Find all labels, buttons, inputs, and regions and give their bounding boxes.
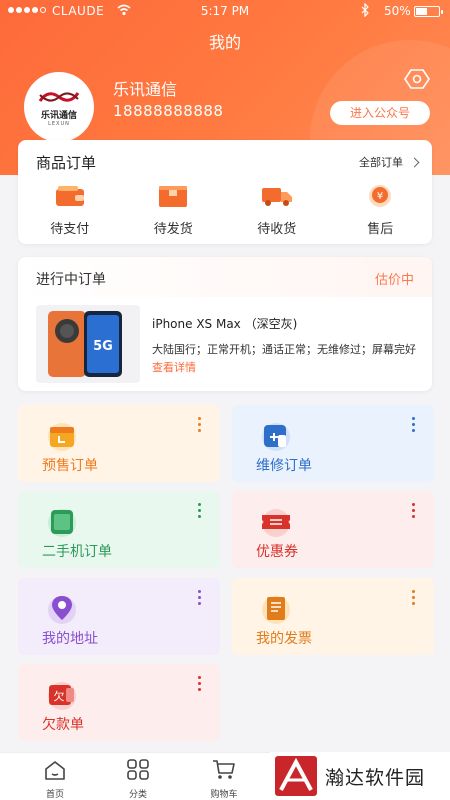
tile-presale-orders[interactable]: 预售订单 [18, 405, 220, 482]
watermark: 瀚达软件园 [270, 752, 450, 800]
more-dots-icon[interactable] [198, 503, 202, 518]
chevron-right-icon [409, 157, 420, 167]
bluetooth-icon [361, 3, 369, 17]
nav-cart[interactable]: 购物车 [194, 759, 254, 800]
calendar-icon [48, 423, 76, 451]
ongoing-title: 进行中订单 [36, 272, 106, 288]
order-pending-payment[interactable]: 待支付 [18, 184, 122, 237]
invoice-icon [262, 596, 290, 624]
view-details-link[interactable]: 查看详情 [152, 359, 196, 375]
tile-label: 预售订单 [42, 458, 98, 474]
tile-label: 欠款单 [42, 717, 84, 733]
order-after-sale[interactable]: ¥ 售后 [329, 184, 433, 237]
battery-icon [414, 6, 443, 17]
phone-icon [48, 509, 76, 537]
more-dots-icon[interactable] [198, 676, 202, 691]
logo-en-text: LEXUN [48, 121, 70, 127]
nav-home[interactable]: 首页 [25, 759, 85, 800]
nav-label: 首页 [45, 790, 64, 800]
official-account-button[interactable]: 进入公众号 [330, 101, 430, 125]
product-image: 5G [36, 305, 140, 383]
product-description: 大陆国行；正常开机；通话正常；无维修过；屏幕完好 [152, 343, 416, 356]
user-name: 乐讯通信 [113, 80, 178, 99]
nav-label: 分类 [128, 790, 147, 800]
svg-text:欠: 欠 [54, 689, 65, 703]
order-item-label: 待收货 [257, 222, 297, 237]
tile-my-invoices[interactable]: 我的发票 [232, 578, 434, 655]
debt-icon: 欠 [48, 682, 76, 710]
tile-label: 我的地址 [42, 631, 98, 647]
tile-label: 维修订单 [256, 458, 312, 474]
more-dots-icon[interactable] [198, 590, 202, 605]
order-pending-receipt[interactable]: 待收货 [225, 184, 329, 237]
svg-text:¥: ¥ [377, 191, 383, 202]
tile-label: 优惠券 [256, 544, 298, 560]
product-name: iPhone XS Max （深空灰) [152, 317, 298, 331]
order-item-label: 售后 [367, 222, 394, 237]
tile-coupons[interactable]: 优惠券 [232, 491, 434, 568]
watermark-text: 瀚达软件园 [325, 766, 426, 789]
page-title: 我的 [208, 33, 241, 52]
all-orders-label: 全部订单 [359, 156, 403, 169]
user-phone: 18888888888 [113, 102, 224, 120]
category-icon [127, 759, 149, 780]
location-icon [48, 596, 76, 624]
tile-my-address[interactable]: 我的地址 [18, 578, 220, 655]
status-time: 5:17 PM [200, 4, 250, 18]
settings-icon[interactable] [404, 68, 430, 90]
watermark-logo-icon [275, 756, 317, 796]
avatar[interactable]: 乐讯通信 LEXUN [24, 72, 94, 142]
order-status-badge: 估价中 [374, 273, 414, 288]
truck-icon [261, 188, 292, 206]
after-sale-icon: ¥ [369, 185, 392, 207]
ongoing-order-card[interactable]: 进行中订单 估价中 5G iPhone XS Max （深空灰) 大陆国行；正常… [18, 257, 432, 391]
nav-label: 购物车 [210, 790, 238, 800]
tile-debt-orders[interactable]: 欠 欠款单 [18, 664, 220, 741]
more-dots-icon[interactable] [412, 590, 416, 605]
orders-title: 商品订单 [36, 154, 97, 172]
order-pending-shipment[interactable]: 待发货 [122, 184, 226, 237]
status-bar: CLAUDE 5:17 PM 50% [0, 0, 450, 22]
tile-repair-orders[interactable]: 维修订单 [232, 405, 434, 482]
more-dots-icon[interactable] [198, 417, 202, 432]
nav-category[interactable]: 分类 [108, 759, 168, 800]
box-icon [159, 186, 188, 207]
tile-label: 我的发票 [256, 631, 312, 647]
battery-percent: 50% [384, 4, 411, 18]
product-orders-card: 商品订单 全部订单 待支付 待发货 待收货 ¥ 售后 [18, 140, 432, 244]
order-item-label: 待支付 [50, 222, 90, 237]
all-orders-link[interactable]: 全部订单 [359, 154, 420, 170]
cart-icon [213, 760, 235, 779]
tile-label: 二手机订单 [42, 544, 112, 560]
tile-used-phone-orders[interactable]: 二手机订单 [18, 491, 220, 568]
home-icon [45, 761, 65, 780]
thumb-badge: 5G [93, 339, 113, 354]
order-item-label: 待发货 [153, 222, 193, 237]
coupon-icon [262, 509, 290, 537]
more-dots-icon[interactable] [412, 417, 416, 432]
wrench-icon [262, 423, 290, 451]
wallet-icon [55, 186, 84, 206]
lexun-logo-icon [38, 92, 80, 102]
logo-cn-text: 乐讯通信 [40, 111, 77, 121]
more-dots-icon[interactable] [412, 503, 416, 518]
